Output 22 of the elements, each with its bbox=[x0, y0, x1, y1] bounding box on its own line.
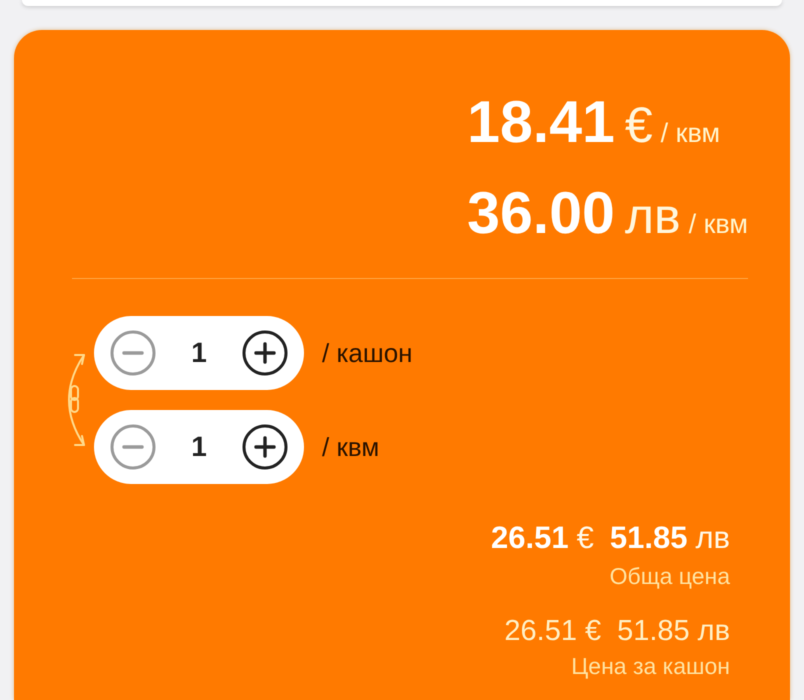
currency-symbol: € bbox=[624, 96, 653, 155]
price-amount: 36.00 bbox=[467, 181, 615, 246]
currency-symbol: лв bbox=[698, 614, 730, 648]
unit-label: / квм bbox=[322, 432, 380, 462]
plus-button[interactable] bbox=[242, 424, 288, 470]
currency-symbol: лв bbox=[695, 520, 730, 556]
currency-symbol: € bbox=[576, 520, 594, 556]
unit-label: / квм bbox=[660, 117, 720, 150]
price-caption: Цена за кашон bbox=[571, 652, 730, 680]
unit-label: / кашон bbox=[322, 338, 413, 368]
unit-label: / квм bbox=[688, 208, 748, 241]
price-amount: 51.85 bbox=[617, 614, 690, 648]
price-caption: Обща цена bbox=[610, 562, 730, 590]
quantity-field[interactable]: 1 bbox=[191, 430, 207, 464]
price-amount: 51.85 bbox=[610, 520, 688, 556]
price-amount: 18.41 bbox=[467, 90, 615, 155]
currency-symbol: лв bbox=[624, 187, 681, 246]
currency-symbol: € bbox=[584, 614, 602, 648]
price-amount: 26.51 bbox=[491, 520, 569, 556]
quantity-field[interactable]: 1 bbox=[191, 336, 207, 370]
plus-button[interactable] bbox=[242, 330, 288, 376]
price-amount: 26.51 bbox=[504, 614, 577, 648]
